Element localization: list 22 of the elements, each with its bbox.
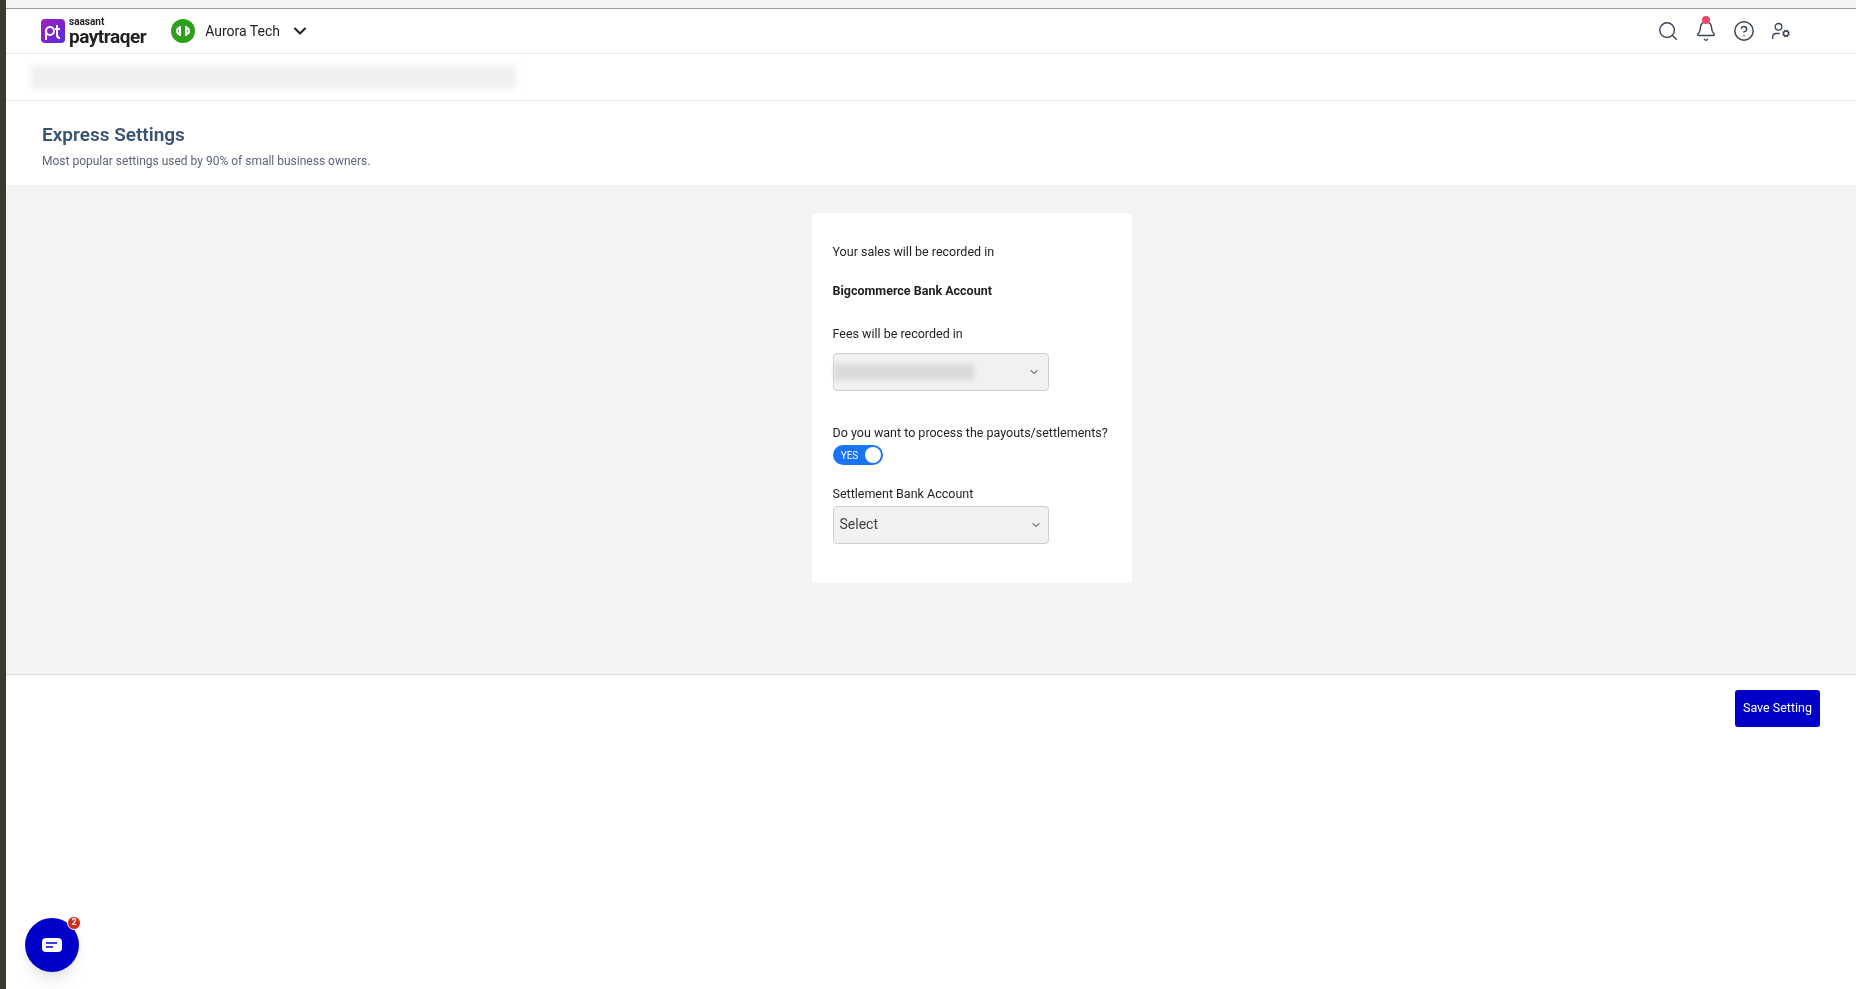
sales-account: Bigcommerce Bank Account	[832, 281, 993, 300]
bell-icon	[1695, 20, 1717, 42]
company-switcher[interactable]: Aurora Tech	[171, 19, 310, 43]
user-settings-icon[interactable]	[1771, 21, 1791, 41]
fees-label: Fees will be recorded in	[832, 324, 964, 343]
settlement-label: Settlement Bank Account	[832, 485, 975, 503]
chat-button[interactable]: 2	[25, 918, 79, 972]
accounting-logo-icon	[171, 19, 196, 43]
logo-icon	[41, 19, 65, 43]
chat-icon	[42, 938, 62, 952]
help-icon[interactable]	[1733, 20, 1755, 42]
sales-label: Your sales will be recorded in	[832, 243, 996, 261]
page-subtitle: Most popular settings used by 90% of small business owners.	[42, 152, 372, 170]
payout-question: Do you want to process the payouts/settlements?	[832, 424, 1109, 443]
brand-tagline: saasant	[69, 16, 106, 27]
page-title: Express Settings	[42, 122, 186, 148]
settlement-select[interactable]: Select	[832, 505, 1049, 544]
save-setting-button[interactable]: Save Setting	[1734, 690, 1820, 727]
chat-badge: 2	[67, 916, 81, 930]
brand-name: paytraqer	[69, 26, 147, 46]
payout-toggle[interactable]: YES	[832, 445, 883, 465]
search-icon[interactable]	[1657, 20, 1679, 42]
